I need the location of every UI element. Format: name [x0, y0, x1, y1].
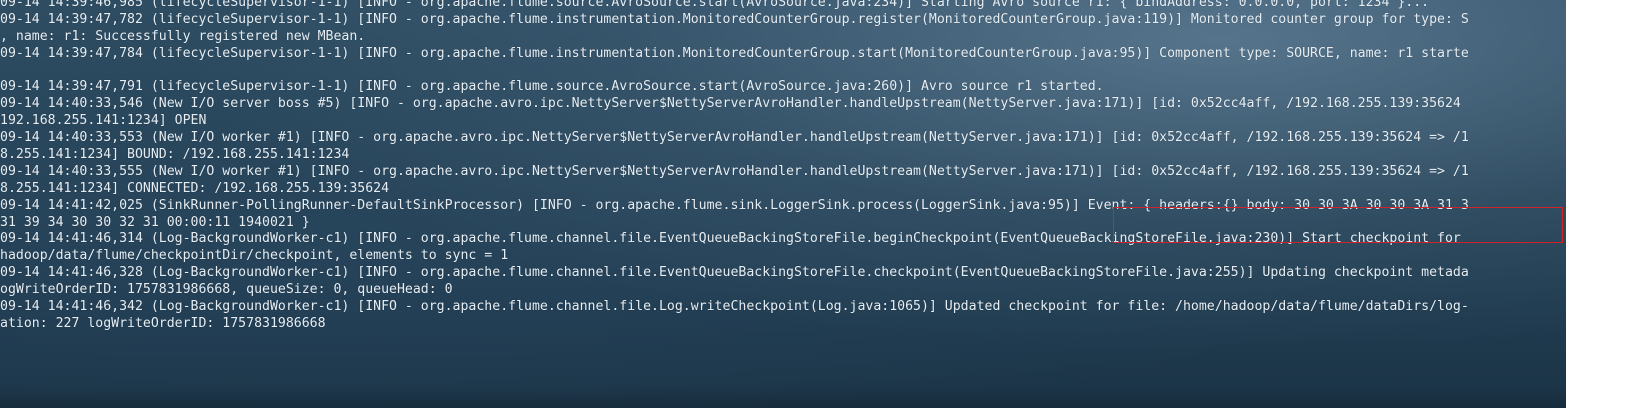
- log-line: 09-14 14:41:46,314 (Log-BackgroundWorker…: [0, 231, 1461, 247]
- log-line: 8.255.141:1234] CONNECTED: /192.168.255.…: [0, 180, 390, 196]
- log-line: hadoop/data/flume/checkpointDir/checkpoi…: [0, 248, 509, 264]
- log-line: 09-14 14:40:33,555 (New I/O worker #1) […: [0, 163, 1469, 179]
- log-line-event-body: 31 39 34 30 30 32 31 00:00:11 1940021 }: [0, 214, 310, 230]
- log-line: 09-14 14:40:33,553 (New I/O worker #1) […: [0, 130, 1469, 146]
- log-line: 09-14 14:39:47,784 (lifecycleSupervisor-…: [0, 45, 1469, 61]
- log-line: ation: 227 logWriteOrderID: 175783198666…: [0, 315, 326, 331]
- log-line: ogWriteOrderID: 1757831986668, queueSize…: [0, 282, 453, 298]
- log-line: 09-14 14:41:46,342 (Log-BackgroundWorker…: [0, 299, 1469, 315]
- log-line: , name: r1: Successfully registered new …: [0, 28, 366, 44]
- log-line: 09-14 14:41:46,328 (Log-BackgroundWorker…: [0, 265, 1469, 281]
- log-line: 192.168.255.141:1234] OPEN: [0, 113, 207, 129]
- page-margin: [1566, 0, 1639, 408]
- log-line: 09-14 14:40:33,546 (New I/O server boss …: [0, 96, 1461, 112]
- log-line: 09-14 14:39:46,985 (lifecycleSupervisor-…: [0, 0, 1430, 10]
- log-line: 09-14 14:39:47,782 (lifecycleSupervisor-…: [0, 11, 1469, 27]
- log-line: 09-14 14:39:47,791 (lifecycleSupervisor-…: [0, 79, 1104, 95]
- log-line: 8.255.141:1234] BOUND: /192.168.255.141:…: [0, 147, 350, 163]
- terminal-window[interactable]: 09-14 14:39:46,985 (lifecycleSupervisor-…: [0, 0, 1566, 408]
- log-line-event: 09-14 14:41:42,025 (SinkRunner-PollingRu…: [0, 197, 1469, 213]
- log-line: [0, 63, 1469, 80]
- log-output: 09-14 14:39:46,985 (lifecycleSupervisor-…: [0, 0, 1469, 333]
